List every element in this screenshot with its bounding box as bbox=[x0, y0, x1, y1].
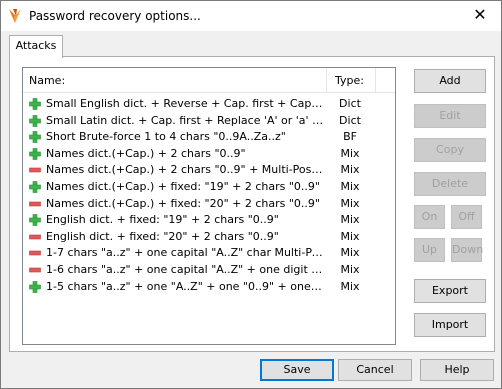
delete-button[interactable]: Delete bbox=[414, 172, 486, 196]
attack-name: Small Latin dict. + Cap. first + Replace… bbox=[46, 113, 324, 127]
off-button[interactable]: Off bbox=[451, 205, 482, 229]
attack-type: BF bbox=[343, 130, 357, 144]
attack-type: Mix bbox=[340, 246, 360, 260]
attack-type: Mix bbox=[340, 180, 360, 193]
column-header-name[interactable]: Name: bbox=[29, 74, 65, 87]
attack-type: Mix bbox=[340, 146, 360, 160]
attack-type: Mix bbox=[340, 229, 360, 243]
list-item[interactable]: Short Brute-force 1 to 4 chars "0..9A..Z… bbox=[23, 129, 395, 145]
attack-name: Names dict.(+Cap.) + 2 chars "0..9" bbox=[46, 146, 246, 160]
attack-name: English dict. + fixed: "20" + 2 chars "0… bbox=[46, 229, 279, 243]
plus-icon[interactable] bbox=[29, 280, 41, 293]
attack-name: Small English dict. + Reverse + Cap. fir… bbox=[46, 97, 324, 110]
list-item[interactable]: Small English dict. + Reverse + Cap. fir… bbox=[23, 96, 395, 112]
list-item[interactable]: 1-5 chars "a..z" + one "A..Z" + one "0..… bbox=[23, 279, 395, 295]
list-item[interactable]: English dict. + fixed: "19" + 2 chars "0… bbox=[23, 212, 395, 228]
tab-attacks[interactable]: Attacks bbox=[9, 35, 63, 58]
plus-icon[interactable] bbox=[29, 181, 41, 193]
plus-icon[interactable] bbox=[29, 98, 41, 110]
attack-name: English dict. + fixed: "19" + 2 chars "0… bbox=[46, 213, 279, 227]
list-item[interactable]: Names dict.(+Cap.) + 2 chars "0..9" Mix bbox=[23, 146, 395, 162]
copy-button[interactable]: Copy bbox=[414, 138, 486, 162]
close-icon: ✕ bbox=[473, 5, 487, 24]
title-bar[interactable]: Password recovery options... ✕ bbox=[1, 1, 501, 31]
attack-type: Mix bbox=[340, 263, 360, 276]
column-header-type[interactable]: Type: bbox=[335, 74, 364, 87]
list-item[interactable]: Names dict.(+Cap.) + fixed: "20" + 2 cha… bbox=[23, 196, 395, 212]
edit-button[interactable]: Edit bbox=[414, 104, 486, 128]
attack-type: Mix bbox=[340, 213, 360, 227]
dialog-window: Password recovery options... ✕ Attacks N… bbox=[0, 0, 502, 389]
app-logo-icon bbox=[9, 9, 21, 23]
export-button[interactable]: Export bbox=[414, 279, 486, 303]
list-item[interactable]: Names dict.(+Cap.) + fixed: "19" + 2 cha… bbox=[23, 179, 395, 195]
attack-type: Mix bbox=[340, 279, 360, 293]
minus-icon[interactable] bbox=[29, 164, 41, 176]
cancel-button[interactable]: Cancel bbox=[338, 359, 412, 381]
column-divider[interactable] bbox=[375, 68, 376, 92]
list-item[interactable]: English dict. + fixed: "20" + 2 chars "0… bbox=[23, 229, 395, 245]
up-button[interactable]: Up bbox=[414, 238, 445, 262]
add-button[interactable]: Add bbox=[414, 69, 486, 93]
plus-icon[interactable] bbox=[29, 214, 41, 226]
attack-type: Dict bbox=[339, 97, 361, 110]
column-divider[interactable] bbox=[326, 68, 327, 92]
plus-icon[interactable] bbox=[29, 131, 41, 143]
attack-name: 1-7 chars "a..z" + one capital "A..Z" ch… bbox=[46, 246, 324, 260]
attack-name: Names dict.(+Cap.) + 2 chars "0..9" + Mu… bbox=[46, 163, 324, 177]
attacks-panel: Name: Type: Small English dict. + Revers… bbox=[9, 56, 495, 352]
minus-icon[interactable] bbox=[29, 231, 41, 243]
attack-type: Mix bbox=[340, 196, 360, 210]
list-item[interactable]: 1-6 chars "a..z" + one capital "A..Z" + … bbox=[23, 262, 395, 278]
close-button[interactable]: ✕ bbox=[459, 1, 501, 31]
attack-name: 1-5 chars "a..z" + one "A..Z" + one "0..… bbox=[46, 279, 324, 293]
attack-type: Dict bbox=[339, 113, 361, 127]
import-button[interactable]: Import bbox=[414, 313, 486, 337]
save-button[interactable]: Save bbox=[260, 359, 334, 381]
attack-name: Names dict.(+Cap.) + fixed: "19" + 2 cha… bbox=[46, 180, 320, 193]
minus-icon[interactable] bbox=[29, 264, 41, 276]
down-button[interactable]: Down bbox=[451, 238, 483, 262]
minus-icon[interactable] bbox=[29, 247, 41, 259]
attack-name: Names dict.(+Cap.) + fixed: "20" + 2 cha… bbox=[46, 196, 320, 210]
list-item[interactable]: Names dict.(+Cap.) + 2 chars "0..9" + Mu… bbox=[23, 162, 395, 178]
list-item[interactable]: 1-7 chars "a..z" + one capital "A..Z" ch… bbox=[23, 245, 395, 261]
minus-icon[interactable] bbox=[29, 198, 41, 210]
attack-type: Mix bbox=[340, 163, 360, 177]
list-item[interactable]: Small Latin dict. + Cap. first + Replace… bbox=[23, 113, 395, 129]
help-button[interactable]: Help bbox=[420, 359, 494, 381]
plus-icon[interactable] bbox=[29, 114, 41, 127]
attack-name: Short Brute-force 1 to 4 chars "0..9A..Z… bbox=[46, 130, 286, 144]
on-button[interactable]: On bbox=[414, 205, 445, 229]
list-header: Name: Type: bbox=[23, 68, 395, 93]
plus-icon[interactable] bbox=[29, 147, 41, 160]
attack-name: 1-6 chars "a..z" + one capital "A..Z" + … bbox=[46, 263, 324, 276]
attacks-list[interactable]: Name: Type: Small English dict. + Revers… bbox=[22, 67, 396, 345]
window-title: Password recovery options... bbox=[29, 9, 201, 23]
